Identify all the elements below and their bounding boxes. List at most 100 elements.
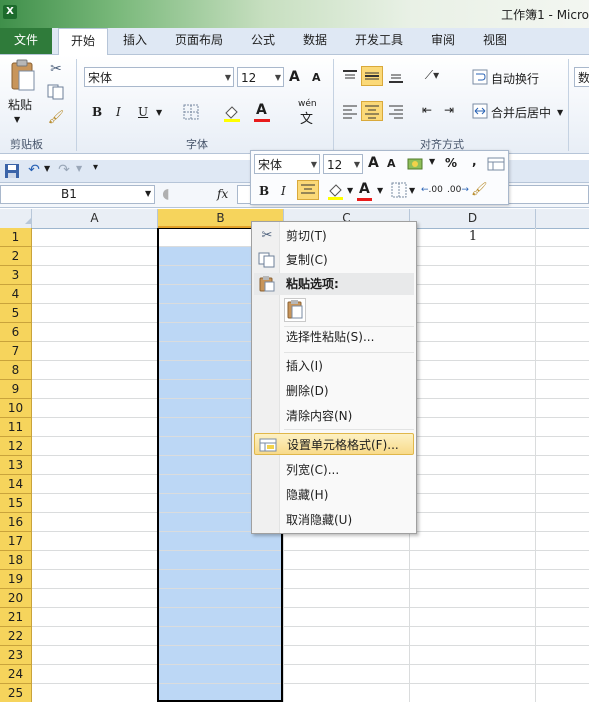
menu-item-format-cells[interactable]: 设置单元格格式(F)... [254,433,414,455]
row-header[interactable]: 23 [0,646,32,665]
chevron-down-icon[interactable]: ▼ [377,186,383,195]
cell-b19[interactable] [158,570,283,588]
menu-item-delete[interactable]: 删除(D) [254,380,414,402]
menu-item-copy[interactable]: 复制(C) [254,249,414,271]
menu-item-cut[interactable]: ✂ 剪切(T) [254,225,414,247]
row-header[interactable]: 8 [0,361,32,380]
row-header[interactable]: 5 [0,304,32,323]
number-format-combo[interactable]: 数 [574,67,589,87]
select-all-corner[interactable] [0,209,32,228]
row-header[interactable]: 22 [0,627,32,646]
tab-data[interactable]: 数据 [296,28,334,53]
column-header-a[interactable]: A [32,209,158,228]
insert-function-button[interactable]: fx [217,187,228,201]
mini-font-name-combo[interactable]: 宋体 ▼ [254,154,320,174]
row-header[interactable]: 15 [0,494,32,513]
customize-qat-icon[interactable]: ▾ [93,162,98,173]
increase-indent-icon[interactable]: ⇥ [440,103,458,119]
row-header[interactable]: 24 [0,665,32,684]
row-header[interactable]: 7 [0,342,32,361]
chevron-down-icon[interactable]: ▼ [429,157,435,166]
row-header[interactable]: 11 [0,418,32,437]
align-bottom-icon[interactable] [387,68,405,84]
font-size-combo[interactable]: 12 ▼ [237,67,284,87]
chevron-down-icon[interactable]: ▼ [156,108,162,117]
menu-item-paste-special[interactable]: 选择性粘贴(S)... [254,326,414,348]
grow-font-button[interactable]: A [289,69,300,85]
italic-button[interactable]: I [116,105,121,119]
row-header[interactable]: 4 [0,285,32,304]
cell-b17[interactable] [158,532,283,550]
row-header[interactable]: 2 [0,247,32,266]
row-header[interactable]: 20 [0,589,32,608]
name-box[interactable]: B1 [0,185,155,204]
tab-insert[interactable]: 插入 [116,28,154,53]
tab-home[interactable]: 开始 [58,28,108,55]
chevron-down-icon[interactable]: ▼ [557,108,563,117]
tab-review[interactable]: 审阅 [424,28,462,53]
row-header[interactable]: 3 [0,266,32,285]
wrap-text-icon[interactable] [472,69,488,85]
mini-font-color-button[interactable]: A [359,181,370,197]
tab-view[interactable]: 视图 [476,28,514,53]
row-header[interactable]: 9 [0,380,32,399]
comma-style-button[interactable]: , [472,154,477,168]
column-header-e[interactable] [536,209,589,228]
cell-b25[interactable] [158,684,283,702]
cell-b23[interactable] [158,646,283,664]
increase-decimal-button[interactable]: ←.00 [421,185,443,195]
align-left-icon[interactable] [341,103,359,119]
tab-page-layout[interactable]: 页面布局 [168,28,230,53]
align-center-icon[interactable] [361,101,383,121]
chevron-down-icon[interactable]: ▼ [409,186,415,195]
mini-italic-button[interactable]: I [281,184,286,198]
cut-icon[interactable]: ✂ [48,61,64,77]
cell-b21[interactable] [158,608,283,626]
mini-fill-color-icon[interactable] [327,182,345,200]
mini-bold-button[interactable]: B [259,184,269,198]
decrease-decimal-button[interactable]: .00→ [447,185,469,195]
menu-item-clear-contents[interactable]: 清除内容(N) [254,405,414,427]
chevron-down-icon[interactable]: ▼ [145,189,151,198]
cell-d1[interactable]: 1 [410,228,536,246]
mini-font-size-combo[interactable]: 12 ▼ [323,154,363,174]
row-header[interactable]: 14 [0,475,32,494]
underline-button[interactable]: U [138,105,148,119]
chevron-down-icon[interactable]: ▼ [347,186,353,195]
tab-formulas[interactable]: 公式 [244,28,282,53]
align-right-icon[interactable] [387,103,405,119]
cell-b18[interactable] [158,551,283,569]
cell-b20[interactable] [158,589,283,607]
save-icon[interactable] [4,163,20,179]
menu-item-column-width[interactable]: 列宽(C)... [254,459,414,481]
paste-icon[interactable] [9,59,37,93]
copy-icon[interactable] [47,84,65,100]
row-header[interactable]: 21 [0,608,32,627]
mini-format-painter-icon[interactable]: 🖌 [471,182,488,198]
paste-button[interactable]: 粘贴 [8,96,32,113]
border-icon[interactable] [182,103,200,121]
tab-developer[interactable]: 开发工具 [348,28,410,53]
decrease-indent-icon[interactable]: ⇤ [418,103,436,119]
wrap-text-button[interactable]: 自动换行 [491,70,539,87]
row-header[interactable]: 17 [0,532,32,551]
bold-button[interactable]: B [92,105,102,119]
chevron-down-icon[interactable]: ▼ [44,164,50,173]
mini-shrink-font-button[interactable]: A [387,157,396,170]
cell-b22[interactable] [158,627,283,645]
paste-option-button[interactable] [284,298,306,322]
menu-item-unhide[interactable]: 取消隐藏(U) [254,509,414,531]
format-painter-icon[interactable]: 🖌 [47,110,65,126]
menu-item-insert[interactable]: 插入(I) [254,355,414,377]
align-middle-icon[interactable] [361,66,383,86]
font-color-button[interactable]: A [256,102,267,118]
mini-format-cells-icon[interactable] [487,156,505,172]
mini-border-icon[interactable] [391,182,407,198]
merge-center-icon[interactable] [472,103,488,119]
row-header[interactable]: 13 [0,456,32,475]
align-top-icon[interactable] [341,68,359,84]
paste-dropdown-icon[interactable]: ▼ [14,115,20,124]
row-header[interactable]: 25 [0,684,32,702]
currency-icon[interactable] [407,156,425,172]
row-header[interactable]: 12 [0,437,32,456]
